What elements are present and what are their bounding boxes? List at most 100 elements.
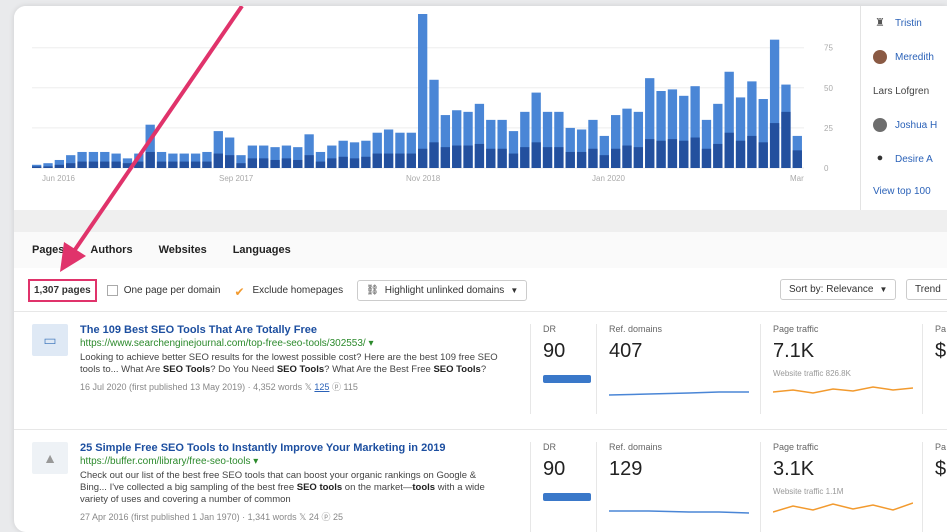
twitter-count[interactable]: 125 (314, 382, 329, 392)
bar-dark (315, 161, 326, 168)
bar-dark (156, 161, 167, 168)
pinterest-count: 115 (343, 382, 358, 392)
caret-down-icon[interactable]: ▾ (369, 338, 374, 349)
author-name: Lars Lofgren (873, 85, 930, 97)
bar-chart: 75 50 25 0 Jun 2016 Sep 2017 Nov 2018 Jan 2020 M… (32, 14, 833, 183)
bar-dark (43, 166, 53, 168)
author-name: Joshua H (895, 119, 938, 131)
author-name: Meredith (895, 51, 934, 63)
referring-pages-chart: 75 50 25 0 Jun 2016 Sep 2017 Nov 2018 Jan 2020 M… (14, 6, 850, 210)
trend-dropdown[interactable]: Trend (906, 279, 947, 300)
bar-total (418, 14, 428, 168)
bar-dark (270, 159, 280, 168)
avatar (873, 118, 887, 132)
page-value-metric: Pa $ (922, 442, 947, 532)
x-tick-label: Sep 2017 (219, 174, 254, 183)
bar-dark (679, 140, 689, 168)
bar-dark (690, 137, 700, 168)
one-per-domain-option[interactable]: One page per domain (106, 284, 221, 296)
bar-dark (633, 147, 644, 168)
bar-dark (338, 156, 348, 168)
dr-bar (543, 375, 591, 383)
page-traffic-metric: Page traffic 7.1K Website traffic 826.8K (760, 324, 920, 414)
bar-dark (88, 161, 99, 168)
tab-authors[interactable]: Authors (90, 244, 132, 256)
option-label: One page per domain (123, 284, 221, 296)
bar-dark (508, 153, 519, 168)
bar-dark (100, 161, 110, 168)
x-tick-label: Nov 2018 (406, 174, 441, 183)
author-item[interactable]: Joshua H (861, 108, 947, 142)
bar-dark (622, 145, 632, 168)
bar-dark (599, 155, 609, 168)
result-title[interactable]: 25 Simple Free SEO Tools to Instantly Im… (80, 442, 500, 455)
bar-dark (452, 145, 462, 168)
view-top-link[interactable]: View top 100 (861, 176, 947, 197)
bar-dark (792, 150, 802, 168)
bar-dark (429, 142, 439, 168)
pinterest-icon: ⓟ (321, 512, 333, 522)
dr-bar (543, 493, 591, 501)
caret-down-icon: ▼ (510, 285, 519, 295)
bar-dark (656, 140, 666, 168)
bar-dark (77, 161, 87, 168)
dropdown-label: Sort by: Relevance (789, 284, 874, 295)
bar-dark (747, 135, 757, 168)
dropdown-label: Highlight unlinked domains (384, 284, 505, 296)
bar-dark (327, 158, 337, 168)
divider-band (14, 210, 947, 232)
twitter-icon: 𝕏 (304, 382, 315, 392)
bar-dark (645, 139, 655, 168)
author-item[interactable]: ● Desire A (861, 142, 947, 176)
sort-dropdown[interactable]: Sort by: Relevance ▼ (780, 279, 897, 300)
bar-dark (735, 140, 746, 168)
tab-languages[interactable]: Languages (233, 244, 291, 256)
bar-dark (122, 163, 133, 168)
author-item[interactable]: Lars Lofgren (861, 74, 947, 108)
bar-dark (66, 163, 76, 168)
bar-dark (520, 147, 530, 168)
x-tick-label: Jun 2016 (42, 174, 75, 183)
bar-dark (213, 153, 223, 168)
bar-dark (713, 143, 723, 168)
bar-dark (293, 159, 303, 168)
author-item[interactable]: ♜ Tristin (861, 6, 947, 40)
top-authors-panel: ♜ Tristin Meredith Lars Lofgren Joshua H… (860, 6, 947, 210)
bar-dark (225, 155, 235, 168)
x-tick-label: Mar (790, 174, 804, 183)
x-tick-label: Jan 2020 (592, 174, 625, 183)
result-title[interactable]: The 109 Best SEO Tools That Are Totally … (80, 324, 500, 337)
bar-dark (406, 153, 416, 168)
y-tick-label: 25 (824, 124, 833, 133)
y-tick-label: 50 (824, 84, 833, 93)
result-row: ▲ 25 Simple Free SEO Tools to Instantly … (14, 429, 947, 532)
bar-dark (701, 148, 712, 168)
link-icon: ⛓ (366, 284, 379, 296)
pinterest-count: 25 (332, 512, 343, 522)
result-url[interactable]: https://www.searchenginejournal.com/top-… (80, 337, 500, 350)
result-url[interactable]: https://buffer.com/library/free-seo-tool… (80, 455, 500, 468)
bar-dark (463, 145, 473, 168)
bar-dark (588, 148, 598, 168)
result-content: The 109 Best SEO Tools That Are Totally … (80, 324, 500, 393)
tab-pages[interactable]: Pages (32, 244, 64, 256)
checkmark-icon[interactable]: ✔ (234, 285, 246, 299)
author-item[interactable]: Meredith (861, 40, 947, 74)
bar-dark (202, 161, 212, 168)
bar-dark (542, 147, 553, 168)
one-per-domain-checkbox[interactable] (106, 284, 118, 296)
highlight-unlinked-dropdown[interactable]: ⛓ Highlight unlinked domains ▼ (357, 279, 528, 301)
dropdown-label: Trend (915, 284, 941, 295)
caret-down-icon[interactable]: ▾ (253, 456, 258, 467)
exclude-homepages-option[interactable]: ✔ Exclude homepages (234, 285, 343, 299)
page-traffic-metric: Page traffic 3.1K Website traffic 1.1M (760, 442, 920, 532)
bar-dark (611, 148, 621, 168)
bar-dark (111, 161, 121, 168)
tab-websites[interactable]: Websites (159, 244, 207, 256)
bar-dark (361, 156, 371, 168)
bar-dark (486, 148, 496, 168)
bar-dark (168, 161, 178, 168)
ref-domains-metric: Ref. domains 407 (596, 324, 760, 414)
bar-dark (769, 123, 780, 168)
bar-dark (497, 148, 507, 168)
